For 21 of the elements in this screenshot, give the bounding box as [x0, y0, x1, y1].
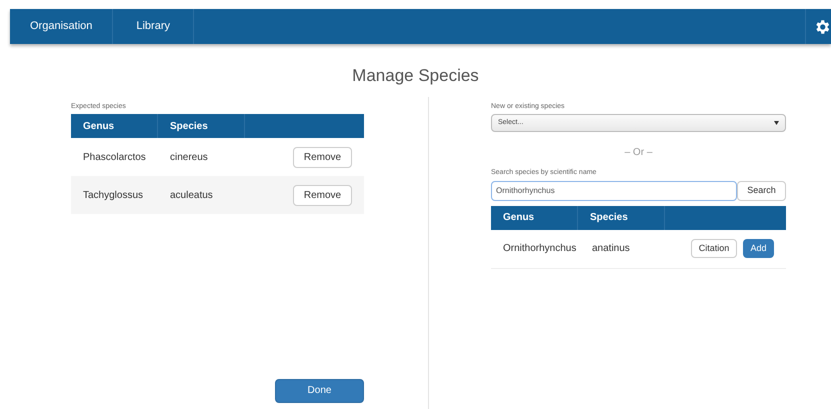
separator-text: – Or –: [624, 146, 654, 160]
search-button[interactable]: Search: [737, 180, 786, 200]
citation-button[interactable]: Citation: [691, 239, 737, 258]
remove-button[interactable]: Remove: [293, 146, 352, 168]
add-button[interactable]: Add: [743, 239, 774, 258]
settings-button[interactable]: [805, 9, 831, 44]
page-title: Manage Species: [351, 65, 480, 87]
column-header: Genus: [491, 206, 578, 230]
table-cell-text: anatinus: [591, 242, 631, 256]
caret-icon: [774, 121, 779, 125]
table-cell-text: aculeatus: [169, 188, 214, 202]
nav-link[interactable]: Organisation: [10, 9, 114, 44]
remove-button[interactable]: Remove: [293, 184, 352, 206]
table-cell-text: Ornithorhynchus: [502, 242, 578, 256]
table-cell-text: Phascolarctos: [82, 150, 147, 164]
done-button[interactable]: Done: [275, 378, 364, 402]
nav-link[interactable]: Library: [113, 9, 194, 44]
table-cell-text: cinereus: [169, 150, 209, 164]
table-cell-text: Tachyglossus: [82, 188, 144, 202]
search-field[interactable]: Ornithorhynchus: [491, 180, 737, 200]
column-header: Species: [578, 206, 665, 230]
